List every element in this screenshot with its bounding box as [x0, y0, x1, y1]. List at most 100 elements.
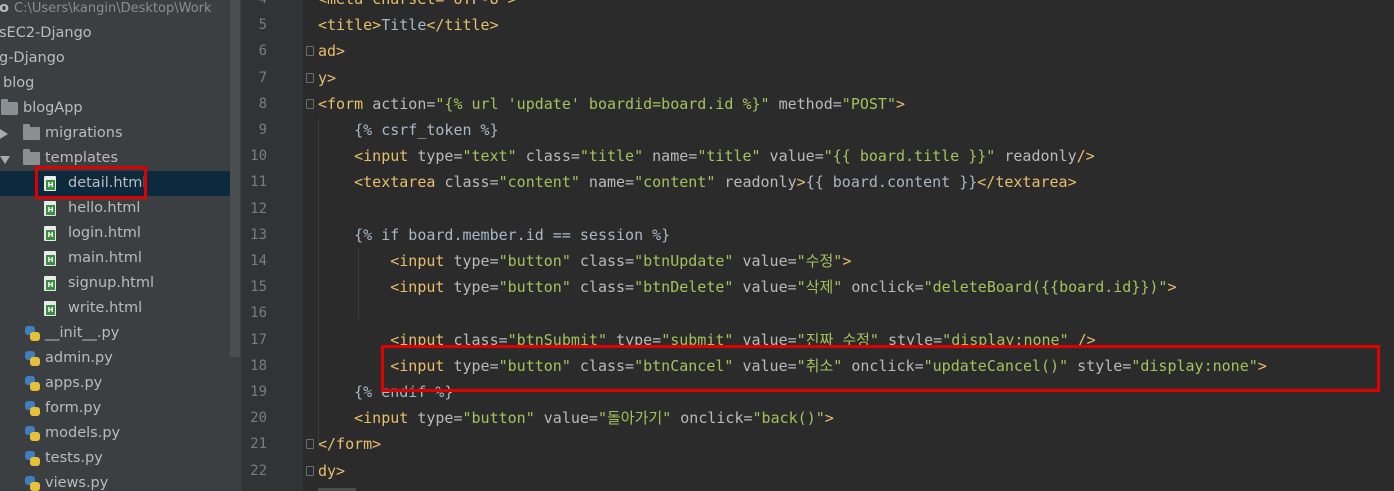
- code-token: "button": [498, 252, 571, 270]
- html-file-icon: [44, 226, 56, 241]
- code-line[interactable]: <meta charset="UTF-8">: [318, 0, 517, 12]
- tree-item-write-html[interactable]: write.html: [0, 296, 230, 321]
- tree-item-label: admin.py: [45, 350, 113, 366]
- tree-path-row[interactable]: o C:\Users\kangin\Desktop\Work: [0, 0, 230, 21]
- fold-marker-icon[interactable]: [306, 439, 314, 450]
- code-token: <title>: [318, 16, 382, 35]
- code-token: "back()": [752, 409, 825, 428]
- tree-item-g-django[interactable]: g-Django: [0, 46, 230, 71]
- code-line[interactable]: <textarea class="content" name="content"…: [318, 169, 1077, 195]
- tree-item-label: login.html: [68, 225, 141, 241]
- line-number: 7: [258, 69, 267, 86]
- line-number: 13: [250, 226, 267, 243]
- fold-marker-icon[interactable]: [306, 98, 314, 109]
- html-file-icon: [44, 251, 56, 266]
- code-token: <input: [354, 409, 418, 428]
- code-token: <input: [354, 147, 418, 166]
- code-token: {{ board.content }}: [805, 173, 978, 192]
- tree-item-label: signup.html: [68, 275, 155, 291]
- code-line[interactable]: {% if board.member.id == session %}: [318, 222, 670, 248]
- line-number: 22: [250, 462, 267, 479]
- chevron-right-icon[interactable]: [0, 121, 12, 146]
- code-token: method=: [769, 94, 842, 113]
- code-token: readonly: [995, 147, 1077, 166]
- python-file-icon: [25, 351, 40, 366]
- line-number: 6: [258, 43, 267, 60]
- code-line[interactable]: <input type="text" class="title" name="t…: [318, 143, 1095, 169]
- tree-item-label: form.py: [45, 400, 102, 416]
- tree-item-main-html[interactable]: main.html: [0, 246, 230, 271]
- code-token: <textarea: [354, 173, 445, 192]
- code-token: "수정": [796, 252, 843, 270]
- code-token: action=: [372, 94, 436, 113]
- code-line[interactable]: ad>: [318, 38, 345, 64]
- tree-item-tests-py[interactable]: tests.py: [0, 446, 230, 471]
- code-token: "content": [498, 173, 580, 192]
- line-number: 5: [258, 17, 267, 34]
- line-number: 11: [250, 174, 267, 191]
- tree-item-label: models.py: [45, 425, 121, 441]
- code-token: "POST": [841, 94, 896, 113]
- code-line[interactable]: {% csrf_token %}: [318, 117, 499, 143]
- line-number: 17: [250, 331, 267, 348]
- code-token: "text": [462, 147, 517, 166]
- line-number: 15: [250, 279, 267, 296]
- code-token: "btnDelete": [634, 278, 734, 297]
- line-number: 4: [241, 0, 267, 12]
- code-token: >: [824, 409, 834, 428]
- code-token: </form>: [318, 435, 382, 454]
- code-token: type=: [453, 278, 499, 297]
- code-line[interactable]: <input type="button" class="btnDelete" v…: [318, 274, 1176, 300]
- tree-item-signup-html[interactable]: signup.html: [0, 271, 230, 296]
- code-line[interactable]: <input type="button" value="돌아가기" onclic…: [318, 405, 834, 431]
- tree-item-label: apps.py: [45, 375, 103, 391]
- tree-item-views-py[interactable]: views.py: [0, 471, 230, 491]
- code-token: value=: [534, 409, 598, 428]
- tree-item-admin-py[interactable]: admin.py: [0, 346, 230, 371]
- code-line[interactable]: dy>: [318, 458, 345, 484]
- code-line[interactable]: <form action="{% url 'update' boardid=bo…: [318, 91, 905, 117]
- line-number: 16: [250, 305, 267, 322]
- code-line[interactable]: </form>: [318, 431, 381, 457]
- tree-item-models-py[interactable]: models.py: [0, 421, 230, 446]
- code-token: type=: [417, 409, 463, 428]
- sidebar-scrollbar-thumb[interactable]: [230, 0, 240, 357]
- line-number: 14: [250, 253, 267, 269]
- tree-item-migrations[interactable]: migrations: [0, 121, 230, 146]
- line-number: 20: [250, 410, 267, 427]
- tree-item-apps-py[interactable]: apps.py: [0, 371, 230, 396]
- line-number: 18: [250, 357, 267, 374]
- tree-item-label: write.html: [68, 300, 143, 316]
- code-line[interactable]: y>: [318, 65, 336, 91]
- tree-item-form-py[interactable]: form.py: [0, 396, 230, 421]
- code-token: >: [895, 94, 906, 113]
- fold-marker-icon[interactable]: [306, 72, 314, 83]
- code-line[interactable]: <title>Title</title>: [318, 12, 499, 38]
- code-token: "{% url 'update' boardid=board.id %}": [435, 94, 770, 113]
- chevron-down-icon[interactable]: [0, 146, 12, 171]
- tree-item-blog[interactable]: blog: [0, 71, 230, 96]
- line-number: 19: [250, 384, 267, 400]
- fold-marker-icon[interactable]: [306, 46, 314, 57]
- fold-marker-icon[interactable]: [306, 465, 314, 476]
- code-token: "deleteBoard({{board.id}})": [923, 278, 1168, 297]
- tree-item-init-py[interactable]: __init__.py: [0, 321, 230, 346]
- python-file-icon: [25, 326, 40, 341]
- tree-item-blogapp[interactable]: blogApp: [0, 96, 230, 121]
- tree-item-login-html[interactable]: login.html: [0, 221, 230, 246]
- code-token: value=: [733, 278, 797, 297]
- tree-item-hello-html[interactable]: hello.html: [0, 196, 230, 221]
- line-number: 10: [250, 148, 267, 165]
- tree-item-sec2-django[interactable]: sEC2-Django: [0, 21, 230, 46]
- code-token: </textarea>: [977, 173, 1077, 192]
- code-line[interactable]: <input type="button" class="btnUpdate" v…: [318, 248, 851, 274]
- code-token: />: [1076, 147, 1095, 166]
- project-path: C:\Users\kangin\Desktop\Work: [14, 1, 212, 16]
- code-token: "button": [498, 278, 571, 297]
- tree-item-label: blog: [3, 75, 35, 91]
- line-number: 21: [250, 436, 267, 453]
